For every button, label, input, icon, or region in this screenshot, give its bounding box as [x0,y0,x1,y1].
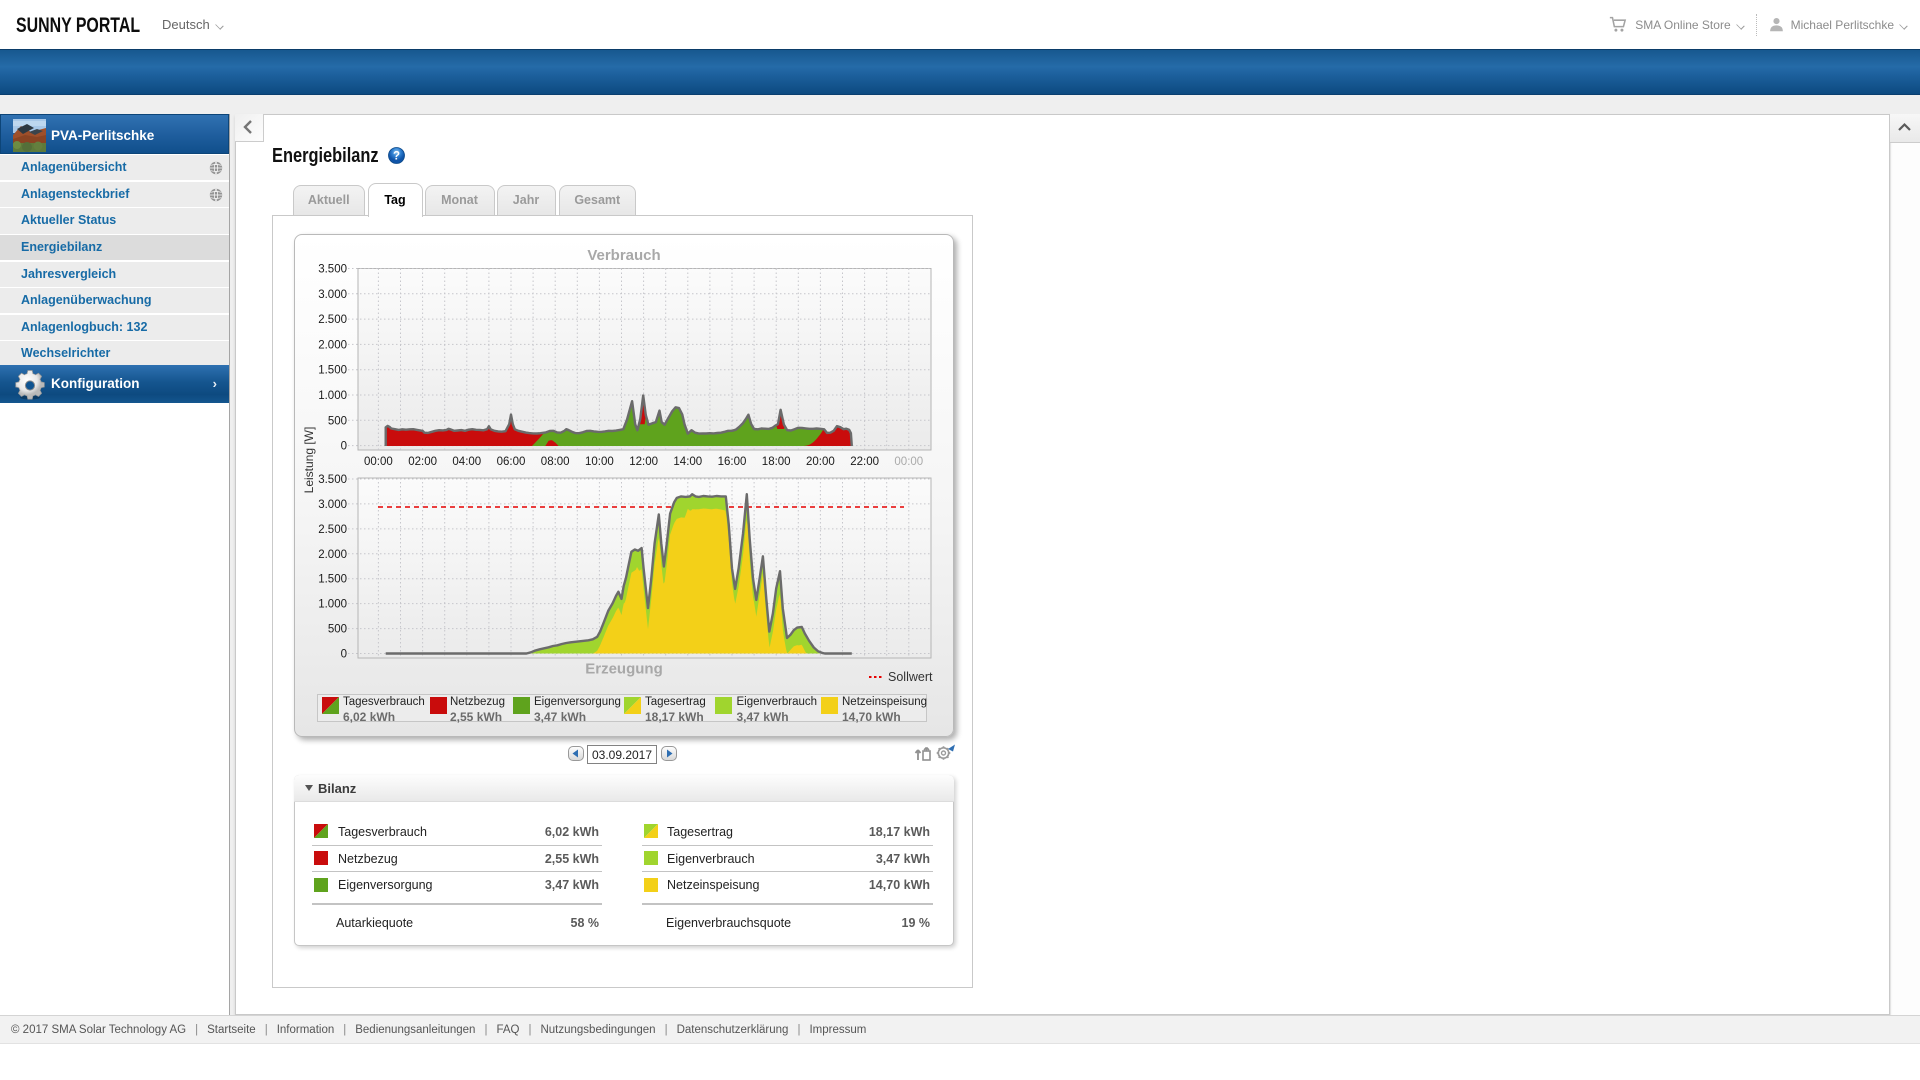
svg-text:2.000: 2.000 [318,339,347,351]
svg-text:08:00: 08:00 [541,456,570,468]
svg-text:500: 500 [328,624,347,636]
svg-text:22:00: 22:00 [850,456,879,468]
svg-text:2.000: 2.000 [318,549,347,561]
svg-text:Verbrauch: Verbrauch [587,247,660,264]
svg-text:3.500: 3.500 [318,264,347,276]
svg-text:3.000: 3.000 [318,289,347,301]
svg-text:06:00: 06:00 [497,456,526,468]
svg-text:1.000: 1.000 [318,390,347,402]
svg-text:04:00: 04:00 [452,456,481,468]
svg-text:1.500: 1.500 [318,365,347,377]
svg-text:Leistung [W]: Leistung [W] [302,427,316,494]
svg-text:16:00: 16:00 [718,456,747,468]
svg-text:3.000: 3.000 [318,499,347,511]
svg-text:00:00: 00:00 [894,456,923,468]
svg-text:02:00: 02:00 [408,456,437,468]
svg-text:Sollwert: Sollwert [888,670,933,684]
svg-text:12:00: 12:00 [629,456,658,468]
svg-text:2.500: 2.500 [318,524,347,536]
svg-text:3.500: 3.500 [318,474,347,486]
svg-text:1.000: 1.000 [318,599,347,611]
svg-text:18:00: 18:00 [762,456,791,468]
svg-text:14:00: 14:00 [673,456,702,468]
svg-text:1.500: 1.500 [318,574,347,586]
svg-text:00:00: 00:00 [364,456,393,468]
svg-text:0: 0 [341,441,347,453]
svg-text:2.500: 2.500 [318,314,347,326]
svg-text:20:00: 20:00 [806,456,835,468]
svg-text:10:00: 10:00 [585,456,614,468]
svg-text:?: ? [393,151,400,163]
svg-text:500: 500 [328,415,347,427]
svg-text:Erzeugung: Erzeugung [585,661,663,678]
svg-text:0: 0 [341,649,347,661]
